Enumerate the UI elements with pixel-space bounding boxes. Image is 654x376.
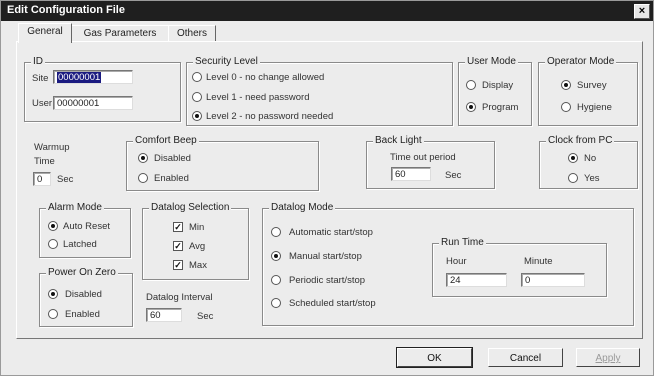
tab-gas-parameters[interactable]: Gas Parameters [71,25,169,42]
beep-disabled-label: Disabled [154,153,191,164]
display-radio[interactable] [466,80,476,90]
hour-label: Hour [446,256,467,267]
periodic-radio[interactable] [271,275,281,285]
latched-radio[interactable] [48,239,58,249]
avg-label: Avg [189,241,206,252]
datalog-interval-field[interactable]: 60 [146,308,182,322]
back-light-group: Back Light [366,135,495,189]
title-bar: Edit Configuration File × [1,1,653,21]
min-checkbox[interactable]: ✓ [173,222,183,232]
warmup-unit: Sec [57,174,74,185]
minute-label: Minute [524,256,553,267]
max-label: Max [189,260,207,271]
program-radio[interactable] [466,102,476,112]
alarm-mode-group: Alarm Mode [39,202,131,258]
avg-checkbox[interactable]: ✓ [173,241,183,251]
minute-field[interactable]: 0 [521,273,585,287]
site-label: Site [32,73,49,84]
zero-disabled-label: Disabled [65,289,102,300]
level-1-label: Level 1 - need password [206,92,310,103]
level-2-label: Level 2 - no password needed [206,111,334,122]
level-0-label: Level 0 - no change allowed [206,72,325,83]
close-icon[interactable]: × [634,4,650,19]
operator-mode-legend: Operator Mode [545,56,617,67]
program-label: Program [482,102,519,113]
time-out-period-label: Time out period [390,152,456,163]
site-value: 00000001 [57,72,102,83]
backlight-unit: Sec [445,170,462,181]
clock-no-radio[interactable] [568,153,578,163]
run-time-legend: Run Time [439,237,486,248]
scheduled-radio[interactable] [271,298,281,308]
datalog-interval-unit: Sec [197,311,214,322]
tab-general[interactable]: General [18,23,72,43]
apply-button[interactable]: Apply [576,348,640,367]
warmup-time-label: Time [34,156,55,167]
tab-others[interactable]: Others [168,25,216,42]
periodic-label: Periodic start/stop [289,275,366,286]
zero-disabled-radio[interactable] [48,289,58,299]
survey-label: Survey [577,80,607,91]
manual-radio[interactable] [271,251,281,261]
clock-from-pc-legend: Clock from PC [546,135,615,146]
datalog-mode-legend: Datalog Mode [269,202,336,213]
hour-field[interactable]: 24 [446,273,507,287]
clock-yes-radio[interactable] [568,173,578,183]
min-label: Min [189,222,205,233]
alarm-mode-legend: Alarm Mode [46,202,104,213]
latched-label: Latched [63,239,97,250]
warmup-label: Warmup [34,142,70,153]
automatic-radio[interactable] [271,227,281,237]
clock-yes-label: Yes [584,173,600,184]
automatic-label: Automatic start/stop [289,227,373,238]
id-group-legend: ID [31,56,45,67]
datalog-interval-label: Datalog Interval [146,292,213,303]
cancel-button[interactable]: Cancel [488,348,563,367]
security-level-legend: Security Level [193,56,260,67]
hygiene-label: Hygiene [577,102,612,113]
display-label: Display [482,80,514,91]
level-1-radio[interactable] [192,92,202,102]
window-title: Edit Configuration File [7,4,125,16]
user-mode-legend: User Mode [465,56,518,67]
max-checkbox[interactable]: ✓ [173,260,183,270]
comfort-beep-legend: Comfort Beep [133,135,199,146]
operator-mode-group: Operator Mode [538,56,638,126]
beep-enabled-radio[interactable] [138,173,148,183]
site-field[interactable]: 00000001 [53,70,133,84]
ok-button[interactable]: OK [396,347,473,368]
user-field[interactable]: 00000001 [53,96,133,110]
datalog-selection-legend: Datalog Selection [149,202,232,213]
level-2-radio[interactable] [192,111,202,121]
beep-enabled-label: Enabled [154,173,189,184]
zero-enabled-label: Enabled [65,309,100,320]
warmup-field[interactable]: 0 [33,172,51,186]
manual-label: Manual start/stop [289,251,362,262]
back-light-legend: Back Light [373,135,424,146]
scheduled-label: Scheduled start/stop [289,298,376,309]
hygiene-radio[interactable] [561,102,571,112]
user-label: User [32,98,53,109]
user-mode-group: User Mode [458,56,532,126]
clock-no-label: No [584,153,597,164]
auto-reset-radio[interactable] [48,221,58,231]
backlight-timeout-field[interactable]: 60 [391,167,431,181]
edit-configuration-dialog: Edit Configuration File × General Gas Pa… [0,0,654,376]
power-on-zero-legend: Power On Zero [46,267,118,278]
auto-reset-label: Auto Reset [63,221,110,232]
survey-radio[interactable] [561,80,571,90]
run-time-group: Run Time [432,237,607,297]
beep-disabled-radio[interactable] [138,153,148,163]
zero-enabled-radio[interactable] [48,309,58,319]
level-0-radio[interactable] [192,72,202,82]
